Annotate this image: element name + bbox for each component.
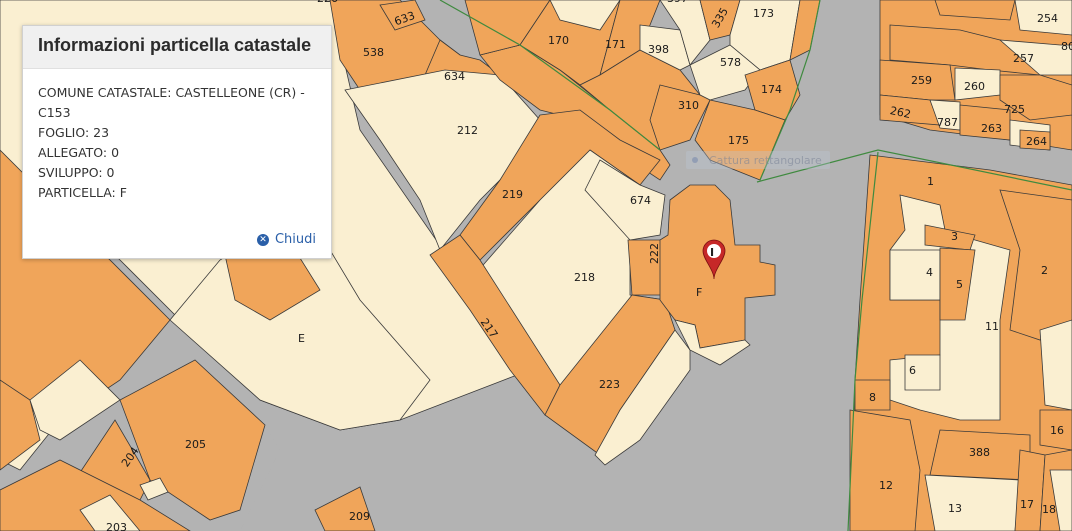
close-icon: ✕ [256,233,269,246]
foglio-line: FOGLIO: 23 [38,125,110,140]
particella-line: PARTICELLA: F [38,185,127,200]
close-button[interactable]: ✕ Chiudi [256,232,316,247]
parcel-label: 388 [969,446,990,459]
parcel-label: 11 [985,320,999,333]
parcel-label: 212 [457,124,478,137]
parcel-label: 13 [948,502,962,515]
parcel-label: 264 [1026,135,1047,148]
parcel-label: 1 [927,175,934,188]
parcel-label: 209 [349,510,370,523]
allegato-line: ALLEGATO: 0 [38,145,120,160]
parcel-label: 80 [1061,40,1072,53]
close-label: Chiudi [274,232,316,247]
sviluppo-line: SVILUPPO: 0 [38,165,115,180]
popup-title: Informazioni particella catastale [38,35,312,55]
parcel-label: 5 [956,278,963,291]
parcel-label: E [298,332,305,345]
parcel-label: 174 [761,83,782,96]
parcel-label: 634 [444,70,465,83]
parcel-label: 260 [964,80,985,93]
parcel-label: 203 [106,521,127,531]
parcel-label: 254 [1037,12,1058,25]
parcel-label: 2 [1041,264,1048,277]
parcel-label: 310 [678,99,699,112]
parcel-label: 578 [720,56,741,69]
parcel-label: 398 [648,43,669,56]
parcel-shape [1039,319,1072,411]
parcel-label: 17 [1020,498,1034,511]
capture-dot-icon [692,157,698,163]
parcel-label: 219 [502,188,523,201]
rectangular-capture-tool[interactable]: Cattura rettangolare [686,151,830,169]
parcel-shape [924,474,1021,531]
parcel-shape [849,409,921,531]
comune-line-1: COMUNE CATASTALE: CASTELLEONE (CR) - [38,85,305,100]
parcel-label: 16 [1050,424,1064,437]
parcel-label: 170 [548,34,569,47]
parcel-info-popup: Informazioni particella catastale COMUNE… [22,25,332,259]
parcel-label: 12 [879,479,893,492]
parcel-label: 259 [911,74,932,87]
parcel-label: 226 [317,0,338,5]
parcel-label: 674 [630,194,651,207]
parcel-label: 173 [753,7,774,20]
parcel-label: 205 [185,438,206,451]
parcel-label: 725 [1004,103,1025,116]
parcel-label: 218 [574,271,595,284]
parcel-label: 3 [951,230,958,243]
parcel-label: 787 [937,116,958,129]
parcel-label: 538 [363,46,384,59]
popup-header: Informazioni particella catastale [23,26,331,69]
parcel-label: 263 [981,122,1002,135]
popup-body: COMUNE CATASTALE: CASTELLEONE (CR) - C15… [23,69,331,203]
parcel-label: F [696,286,702,299]
parcel-label: 18 [1042,503,1056,516]
parcel-label: 397 [667,0,688,5]
parcel-label: 171 [605,38,626,51]
parcel-label: 4 [926,266,933,279]
parcel-label: 222 [648,243,661,264]
parcel-label: 175 [728,134,749,147]
parcel-label: 6 [909,364,916,377]
parcel-label: 8 [869,391,876,404]
capture-label: Cattura rettangolare [709,153,822,167]
parcel-label: 223 [599,378,620,391]
marker-label: I [710,246,714,259]
parcel-label: 257 [1013,52,1034,65]
comune-line-2: C153 [38,105,71,120]
